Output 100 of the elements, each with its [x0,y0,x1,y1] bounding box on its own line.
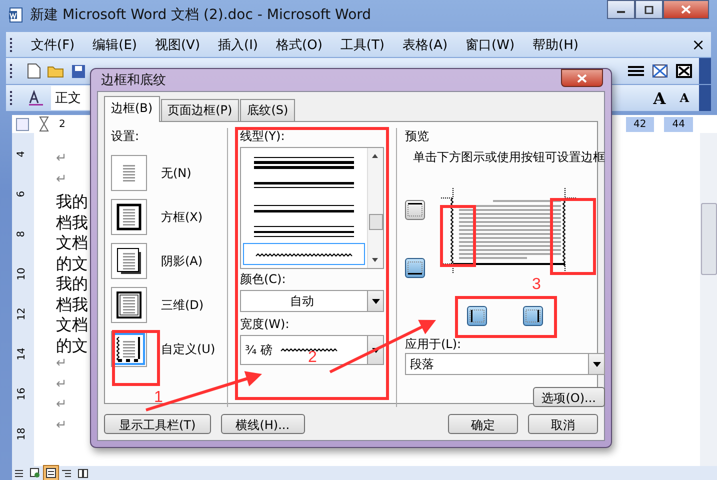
menu-item[interactable]: 编辑(E) [84,34,145,56]
paragraph-mark: ↵ [56,397,67,414]
menu-item[interactable]: 格式(O) [268,34,330,56]
ruler-number: 42 [626,116,654,132]
ruler-number: 8 [16,230,28,238]
border-toggle-button[interactable] [467,306,487,326]
paragraph-mark: ↵ [56,376,67,394]
styles-icon[interactable] [27,90,45,106]
border-setting-button[interactable] [111,199,147,235]
ruler-number: 4 [16,150,28,158]
book-icon [78,468,88,478]
document-text: 的文 [56,254,88,274]
menu-item[interactable]: 工具(T) [332,34,392,56]
document-icon [8,7,24,23]
close-icon [681,5,691,14]
border-toggle-button[interactable] [405,258,425,278]
annotation-number: 1 [154,389,163,406]
preview-label: 预览 [405,128,430,145]
close-menu-button[interactable]: × [686,35,711,54]
document-text: 文档 [56,315,88,336]
paragraph-mark: ↵ [56,151,67,168]
close-icon [577,74,587,82]
tab[interactable]: 页面边框(P) [160,99,240,121]
setting-label: 三维(D) [161,296,204,314]
close-button[interactable] [663,0,709,19]
maximize-icon [644,6,654,14]
scroll-thumb[interactable] [701,203,717,275]
save-icon[interactable] [71,64,86,78]
setting-label: 自定义(U) [161,340,216,358]
tab[interactable]: 边框(B) [104,96,160,122]
apply-to-label: 应用于(L): [405,336,462,353]
document-text: 的文 [56,336,88,356]
menu-item[interactable]: 帮助(H) [524,34,586,56]
document-text: 档我 [56,212,88,233]
ruler-number: 44 [664,116,693,132]
dialog-title: 边框和底纹 [101,72,166,89]
border-toggle-button[interactable] [405,200,425,220]
annotation-number: 3 [532,276,541,293]
color-dropdown[interactable]: 自动 [240,290,384,312]
ruler-number: 10 [16,268,28,280]
border-setting-button[interactable] [111,287,147,323]
ruler-number: 16 [16,388,28,400]
border-toggle-button[interactable] [523,306,543,326]
menu-item[interactable]: 表格(A) [394,34,456,56]
view-button[interactable] [44,466,58,480]
menu-item[interactable]: 文件(F) [23,34,83,56]
table-icon[interactable] [675,63,693,79]
new-document-icon[interactable] [27,63,41,79]
paragraph-mark: ↵ [56,418,67,434]
window-title: 新建 Microsoft Word 文档 (2).doc - Microsoft Word [30,6,372,24]
page-icon [46,468,56,478]
width-label: 宽度(W): [240,316,290,333]
font-size-button[interactable]: A [676,91,693,105]
table-icon[interactable] [651,63,669,79]
ruler-number: 14 [16,348,28,360]
tab[interactable]: 底纹(S) [240,99,296,121]
line-style-label: 线型(Y): [240,128,286,145]
line-style-list[interactable] [240,147,384,269]
scroll-thumb[interactable] [369,214,383,230]
color-label: 颜色(C): [240,271,287,288]
paragraph-border-icon [116,291,142,319]
indent-marker-icon[interactable] [39,116,49,132]
line-style-option[interactable] [243,243,365,266]
apply-to-dropdown[interactable]: 段落 [405,353,605,375]
scrollbar[interactable] [700,133,717,466]
ruler-number: 6 [16,190,28,198]
menu-item[interactable]: 窗口(W) [458,34,523,56]
paragraph-border-icon [116,247,142,275]
tab-stop-button[interactable] [16,118,29,130]
border-setting-button[interactable] [111,243,147,279]
top-border-icon [407,203,423,217]
setting-label: 阴影(A) [161,252,203,270]
dialog-button[interactable]: 横线(H)... [220,414,305,434]
paragraph-mark: ↵ [56,172,67,188]
maximize-button[interactable] [635,0,663,19]
lines-icon[interactable] [627,64,645,78]
ruler-number: 18 [16,428,28,440]
dialog-button[interactable]: 显示工具栏(T) [104,414,211,434]
setting-label: 无(N) [161,164,192,182]
view-button[interactable] [28,466,42,480]
annotation-box [112,330,160,386]
document-text: 我的 [56,274,88,294]
ruler-number: 12 [16,308,28,320]
options-button[interactable]: 选项(O)... [532,387,605,407]
dialog-button[interactable]: 确定 [448,414,518,434]
paragraph-border-icon [116,203,142,231]
folder-icon[interactable] [47,64,65,78]
document-text: 我的 [56,192,88,212]
minimize-button[interactable] [607,0,635,19]
left-border-icon [469,309,485,323]
menu-item[interactable]: 插入(I) [210,34,266,56]
paragraph-mark: ↵ [56,356,67,373]
font-size-button[interactable]: A [649,88,670,108]
annotation-box [440,205,476,267]
view-button[interactable] [76,466,90,480]
lines-icon [14,468,24,478]
close-button[interactable] [561,69,603,87]
document-text: 文档 [56,233,88,254]
dialog-button[interactable]: 取消 [528,414,598,434]
menu-item[interactable]: 视图(V) [146,34,208,56]
